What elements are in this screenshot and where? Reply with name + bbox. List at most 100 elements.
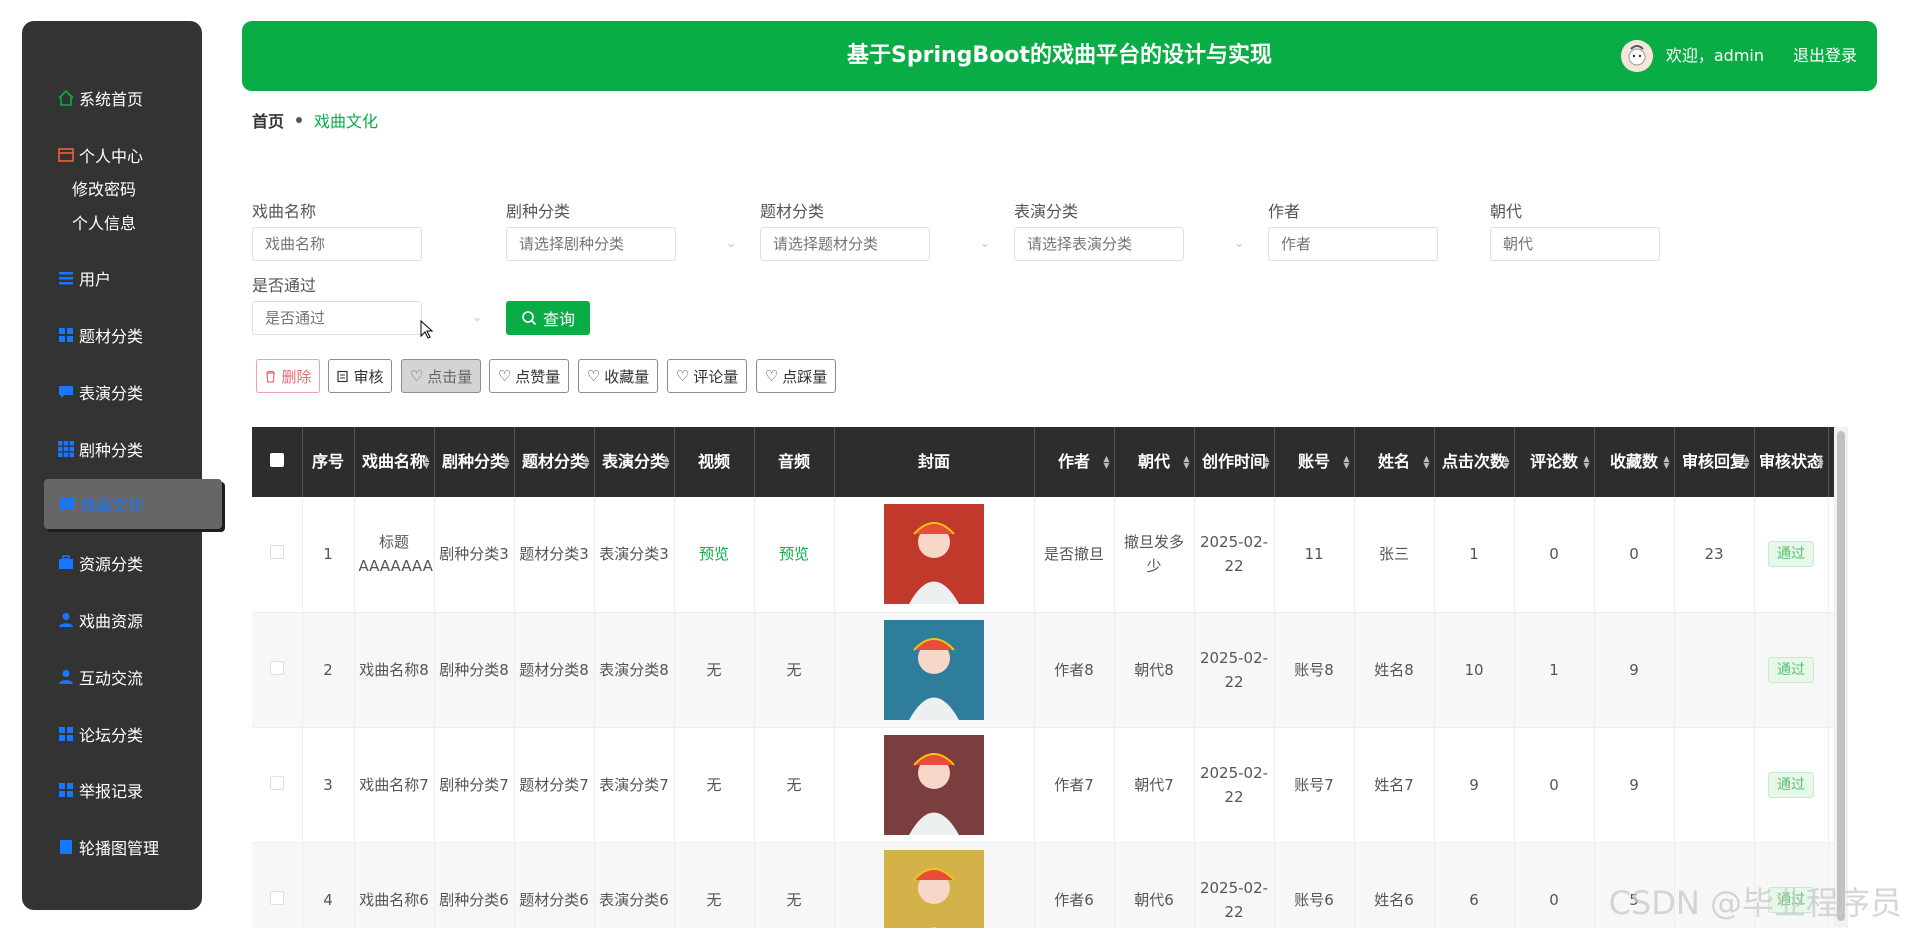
table-row[interactable]: 2 戏曲名称8 剧种分类8 题材分类8 表演分类8 无 无 作者8 朝代8 2025-02-22 账…	[252, 612, 1848, 728]
sort-icon[interactable]: ▲ ▼	[583, 455, 589, 470]
sidebar-item-genre-category[interactable]: 剧种分类	[22, 429, 202, 469]
sidebar-item-interaction[interactable]: 互动交流	[22, 657, 202, 697]
column-header: 序号	[302, 427, 355, 497]
sort-icon[interactable]: ▲ ▼	[1183, 455, 1189, 470]
sort-icon[interactable]: ▲ ▼	[503, 455, 509, 470]
sort-icon[interactable]: ▲ ▼	[1817, 455, 1823, 470]
delete-button[interactable]: 删除	[256, 359, 320, 393]
cell-text: 朝代8	[1134, 660, 1174, 679]
row-checkbox[interactable]	[269, 775, 284, 790]
cell-text: 无	[786, 775, 802, 794]
sort-icon[interactable]: ▲ ▼	[1423, 455, 1429, 470]
query-button[interactable]: 查询	[506, 301, 590, 335]
column-header[interactable]: 点击次数 ▲ ▼	[1434, 427, 1515, 497]
row-checkbox[interactable]	[269, 660, 284, 675]
sort-icon[interactable]: ▲ ▼	[1503, 455, 1509, 470]
vertical-scrollbar[interactable]	[1834, 427, 1848, 927]
column-header[interactable]: 戏曲名称 ▲ ▼	[354, 427, 435, 497]
table-row[interactable]: 1 标题AAAAAAA 剧种分类3 题材分类3 表演分类3 预览 预览 是否撤旦 撤旦发多少 20…	[252, 497, 1848, 613]
cell-video: 无	[674, 842, 755, 928]
cell-video: 无	[674, 612, 755, 728]
sidebar-item-users[interactable]: 用户	[22, 258, 202, 298]
sort-icon[interactable]: ▲ ▼	[1663, 455, 1669, 470]
sidebar-sub-change-password[interactable]: 修改密码	[72, 176, 136, 200]
sort-icon[interactable]: ▲ ▼	[1263, 455, 1269, 470]
column-header[interactable]: 评论数 ▲ ▼	[1514, 427, 1595, 497]
cell-text: 2025-02-22	[1199, 533, 1269, 576]
sidebar-item-profile-center[interactable]: 个人中心	[22, 135, 202, 175]
column-header-label: 点击次数	[1441, 452, 1506, 471]
select-all-checkbox[interactable]	[269, 453, 284, 467]
sort-icon[interactable]: ▲ ▼	[423, 455, 429, 470]
name-input[interactable]	[252, 227, 422, 261]
row-select-cell[interactable]	[252, 497, 303, 613]
column-header[interactable]: 朝代 ▲ ▼	[1114, 427, 1195, 497]
preview-link[interactable]: 预览	[699, 545, 729, 563]
table-row[interactable]: 3 戏曲名称7 剧种分类7 题材分类7 表演分类7 无 无 作者7 朝代7 2025-02-22 账…	[252, 727, 1848, 843]
column-header[interactable]: 表演分类 ▲ ▼	[594, 427, 675, 497]
sidebar-item-carousel-management[interactable]: 轮播图管理	[22, 827, 202, 867]
cell-perf: 表演分类6	[594, 842, 675, 928]
sidebar-item-opera-culture[interactable]: 戏曲文化	[44, 479, 222, 529]
row-select-cell[interactable]	[252, 612, 303, 728]
sidebar-item-performance-category[interactable]: 表演分类	[22, 372, 202, 412]
scrollbar-thumb[interactable]	[1837, 431, 1845, 921]
logout-link[interactable]: 退出登录	[1793, 21, 1857, 91]
cell-person: 姓名6	[1354, 842, 1435, 928]
sort-icon[interactable]: ▲ ▼	[1583, 455, 1589, 470]
column-header[interactable]: 题材分类 ▲ ▼	[514, 427, 595, 497]
sort-icon[interactable]: ▲ ▼	[663, 455, 669, 470]
avatar[interactable]	[1621, 40, 1653, 72]
sidebar-item-label: 举报记录	[79, 782, 144, 801]
clicks-button[interactable]: ♡ 点击量	[401, 359, 481, 393]
dynasty-input[interactable]	[1490, 227, 1660, 261]
audit-button[interactable]: 审核	[328, 359, 392, 393]
cell-author: 作者8	[1034, 612, 1115, 728]
sidebar-item-forum-category[interactable]: 论坛分类	[22, 714, 202, 754]
sidebar-item-home[interactable]: 系统首页	[22, 78, 202, 118]
table-header-row: 序号 戏曲名称 ▲ ▼ 剧种分类 ▲ ▼ 题材分类 ▲ ▼ 表演分类 ▲ ▼ 视频 音频 封面 …	[252, 427, 1848, 497]
row-checkbox[interactable]	[269, 890, 284, 905]
row-select-cell[interactable]	[252, 842, 303, 928]
column-header[interactable]: 剧种分类 ▲ ▼	[434, 427, 515, 497]
cell-text: 表演分类3	[599, 545, 669, 564]
cell-video: 无	[674, 727, 755, 843]
column-header[interactable]: 账号 ▲ ▼	[1274, 427, 1355, 497]
sidebar-item-report-records[interactable]: 举报记录	[22, 770, 202, 810]
dislikes-button[interactable]: ♡ 点踩量	[756, 359, 836, 393]
likes-button[interactable]: ♡ 点赞量	[489, 359, 569, 393]
sidebar-item-opera-resource[interactable]: 戏曲资源	[22, 600, 202, 640]
column-header[interactable]: 审核状态 ▲ ▼	[1754, 427, 1829, 497]
column-header[interactable]: 创作时间 ▲ ▼	[1194, 427, 1275, 497]
sidebar-item-theme-category[interactable]: 题材分类	[22, 315, 202, 355]
sidebar-sub-personal-info[interactable]: 个人信息	[72, 210, 136, 234]
column-header[interactable]: 作者 ▲ ▼	[1034, 427, 1115, 497]
column-header[interactable]: 收藏数 ▲ ▼	[1594, 427, 1675, 497]
row-select-cell[interactable]	[252, 727, 303, 843]
row-checkbox[interactable]	[269, 545, 284, 560]
sort-icon[interactable]: ▲ ▼	[1343, 455, 1349, 470]
sort-icon[interactable]: ▲ ▼	[1103, 455, 1109, 470]
column-header[interactable]: 审核回复 ▲ ▼	[1674, 427, 1755, 497]
dynasty-label: 朝代	[1490, 202, 1523, 221]
preview-link[interactable]: 预览	[779, 545, 809, 563]
cell-text: 2025-02-22	[1199, 648, 1269, 691]
book-icon	[57, 838, 75, 856]
column-header[interactable]: 姓名 ▲ ▼	[1354, 427, 1435, 497]
favorites-button[interactable]: ♡ 收藏量	[578, 359, 658, 393]
sidebar-item-resource-category[interactable]: 资源分类	[22, 543, 202, 583]
cell-no: 4	[302, 842, 355, 928]
sort-icon[interactable]: ▲ ▼	[1743, 455, 1749, 470]
theme-select[interactable]	[760, 227, 930, 261]
cell-text: 0	[1549, 775, 1559, 794]
pass-select[interactable]	[252, 301, 422, 335]
comments-button[interactable]: ♡ 评论量	[667, 359, 747, 393]
cell-comments: 0	[1514, 727, 1595, 843]
chat-icon	[57, 383, 75, 401]
data-table: 序号 戏曲名称 ▲ ▼ 剧种分类 ▲ ▼ 题材分类 ▲ ▼ 表演分类 ▲ ▼ 视频 音频 封面 …	[252, 427, 1848, 928]
author-input[interactable]	[1268, 227, 1438, 261]
genre-select[interactable]	[506, 227, 676, 261]
performance-select[interactable]	[1014, 227, 1184, 261]
breadcrumb-home[interactable]: 首页	[252, 108, 284, 132]
select-all-cell[interactable]	[252, 427, 303, 497]
